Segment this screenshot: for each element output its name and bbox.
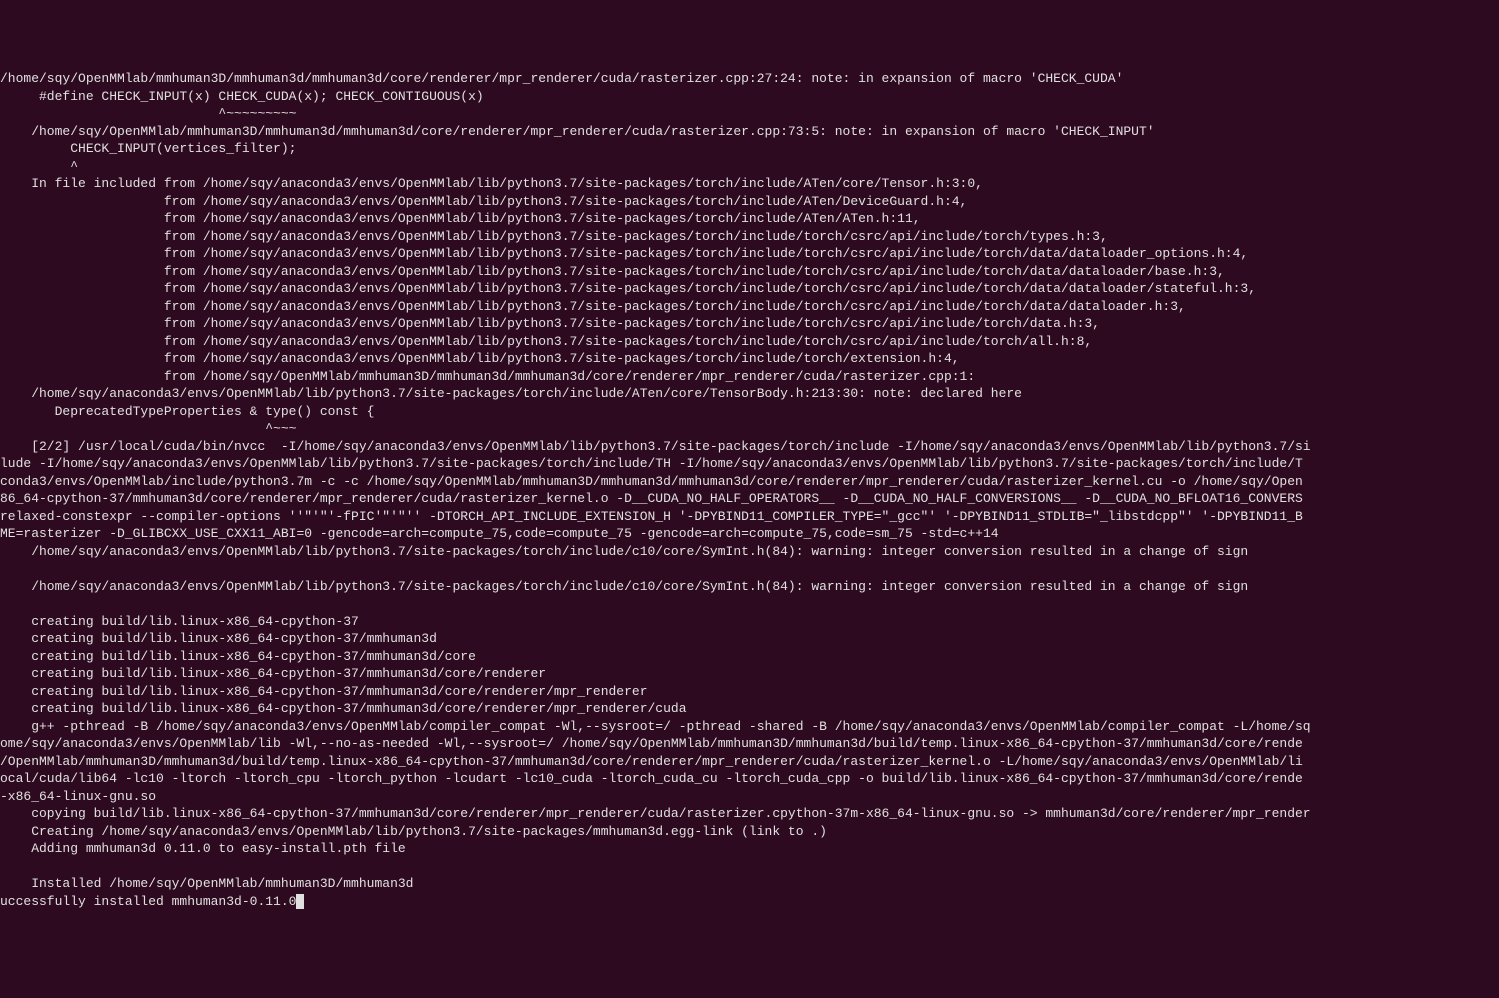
terminal-output[interactable]: /home/sqy/OpenMMlab/mmhuman3D/mmhuman3d/…: [0, 70, 1499, 910]
terminal-text: /home/sqy/OpenMMlab/mmhuman3D/mmhuman3d/…: [0, 71, 1311, 909]
terminal-cursor: [296, 894, 304, 909]
